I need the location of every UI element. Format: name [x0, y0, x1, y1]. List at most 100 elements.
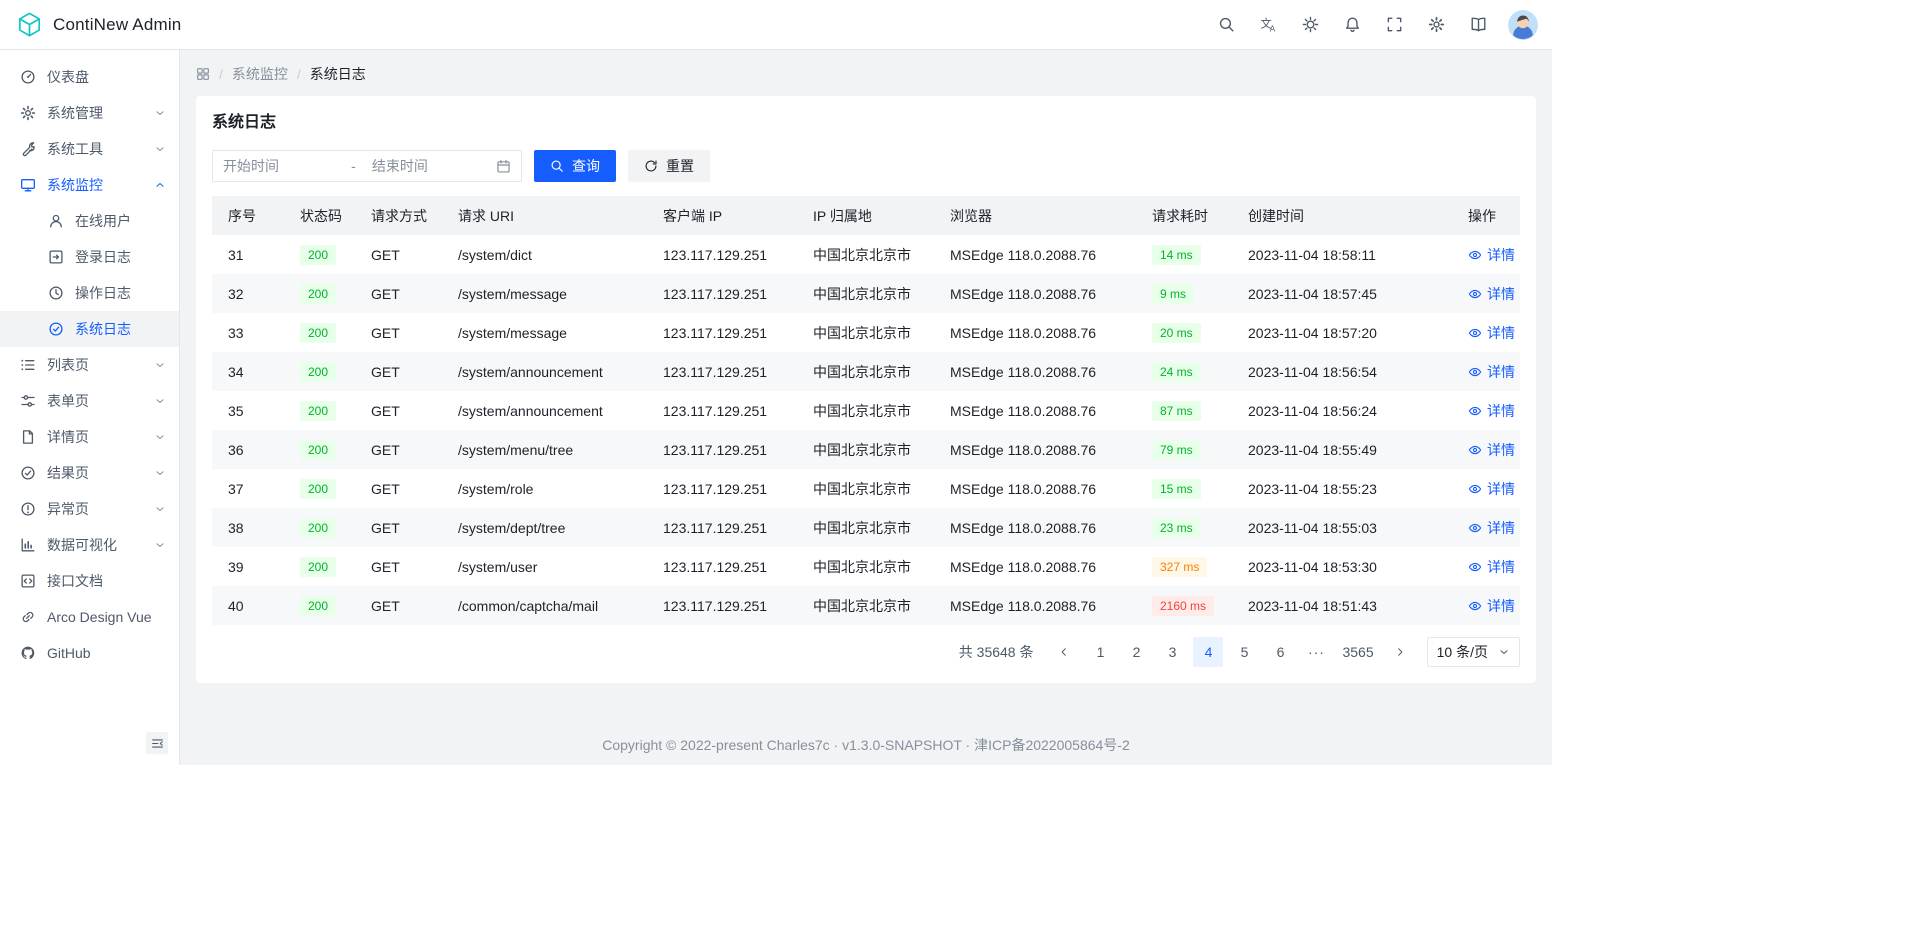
cell-ip-region: 中国北京北京市 [797, 352, 934, 391]
sidebar-item-clock[interactable]: 操作日志 [0, 275, 179, 311]
reset-button[interactable]: 重置 [628, 150, 710, 182]
sidebar-item-settings[interactable]: 系统管理 [0, 95, 179, 131]
cell-no: 40 [212, 586, 284, 625]
column-header: 请求耗时 [1136, 196, 1232, 235]
page-button-1[interactable]: 1 [1085, 637, 1115, 667]
page-button-4[interactable]: 4 [1193, 637, 1223, 667]
page-button-3565[interactable]: 3565 [1337, 637, 1378, 667]
detail-link[interactable]: 详情 [1468, 245, 1515, 265]
column-header: IP 归属地 [797, 196, 934, 235]
cell-created-at: 2023-11-04 18:56:54 [1232, 352, 1452, 391]
detail-link[interactable]: 详情 [1468, 401, 1515, 421]
cell-uri: /system/dict [442, 235, 647, 274]
sidebar-item-user[interactable]: 在线用户 [0, 203, 179, 239]
sidebar-item-file[interactable]: 详情页 [0, 419, 179, 455]
cell-status: 200 [284, 313, 355, 352]
page-button-6[interactable]: 6 [1265, 637, 1295, 667]
cell-status: 200 [284, 547, 355, 586]
fullscreen-button[interactable] [1378, 9, 1410, 41]
search-button[interactable]: 查询 [534, 150, 616, 182]
cell-no: 36 [212, 430, 284, 469]
system-log-icon-wrap [48, 321, 64, 337]
detail-link[interactable]: 详情 [1468, 596, 1515, 616]
sidebar-item-github[interactable]: GitHub [0, 635, 179, 671]
sidebar-item-form[interactable]: 表单页 [0, 383, 179, 419]
table-row: 38200GET/system/dept/tree123.117.129.251… [212, 508, 1520, 547]
elapsed-badge: 24 ms [1152, 362, 1201, 382]
cell-elapsed: 79 ms [1136, 430, 1232, 469]
status-badge: 200 [300, 557, 336, 577]
sidebar-item-label: 仪表盘 [47, 67, 166, 87]
pagination: 共 35648 条123456···356510 条/页 [212, 637, 1520, 667]
cell-method: GET [355, 430, 442, 469]
cell-uri: /system/dept/tree [442, 508, 647, 547]
screenshot-canvas: ContiNew Admin 文A 仪表盘系统管理系统工具系统监控在线用户登录日… [0, 0, 1920, 937]
sidebar-item-tools[interactable]: 系统工具 [0, 131, 179, 167]
cell-status: 200 [284, 469, 355, 508]
sidebar-item-list[interactable]: 列表页 [0, 347, 179, 383]
cell-action: 详情 [1452, 313, 1520, 352]
sidebar-item-chart[interactable]: 数据可视化 [0, 527, 179, 563]
cell-client-ip: 123.117.129.251 [647, 235, 797, 274]
detail-link[interactable]: 详情 [1468, 557, 1515, 577]
table-row: 36200GET/system/menu/tree123.117.129.251… [212, 430, 1520, 469]
eye-icon [1468, 287, 1482, 301]
sidebar-item-check-circle[interactable]: 结果页 [0, 455, 179, 491]
prev-page-button[interactable] [1049, 637, 1079, 667]
detail-link-label: 详情 [1487, 518, 1515, 538]
page-button-3[interactable]: 3 [1157, 637, 1187, 667]
sidebar-item-monitor[interactable]: 系统监控 [0, 167, 179, 203]
cell-client-ip: 123.117.129.251 [647, 508, 797, 547]
cell-method: GET [355, 274, 442, 313]
detail-link[interactable]: 详情 [1468, 479, 1515, 499]
detail-link[interactable]: 详情 [1468, 284, 1515, 304]
sidebar-item-api-doc[interactable]: 接口文档 [0, 563, 179, 599]
page-button-5[interactable]: 5 [1229, 637, 1259, 667]
next-page-button[interactable] [1385, 637, 1415, 667]
list-icon [20, 357, 36, 373]
table-row: 35200GET/system/announcement123.117.129.… [212, 391, 1520, 430]
apps-button[interactable] [196, 67, 210, 81]
sidebar-item-dashboard[interactable]: 仪表盘 [0, 59, 179, 95]
elapsed-badge: 327 ms [1152, 557, 1207, 577]
cell-status: 200 [284, 274, 355, 313]
sidebar-item-system-log[interactable]: 系统日志 [0, 311, 179, 347]
search-button[interactable] [1210, 9, 1242, 41]
cell-uri: /system/message [442, 274, 647, 313]
chevron-down-wrap [154, 467, 166, 479]
page-ellipsis[interactable]: ··· [1301, 637, 1331, 667]
cell-uri: /system/message [442, 313, 647, 352]
cell-no: 31 [212, 235, 284, 274]
user-avatar[interactable] [1508, 10, 1538, 40]
sidebar-item-login-log[interactable]: 登录日志 [0, 239, 179, 275]
sidebar-collapse-button[interactable] [146, 732, 168, 754]
cell-elapsed: 20 ms [1136, 313, 1232, 352]
detail-link[interactable]: 详情 [1468, 323, 1515, 343]
breadcrumb-item-0[interactable]: 系统监控 [232, 64, 288, 84]
translate-icon: 文A [1260, 16, 1277, 33]
search-button-icon-slot [550, 159, 564, 173]
detail-link[interactable]: 详情 [1468, 362, 1515, 382]
bell-button[interactable] [1336, 9, 1368, 41]
chevron-down-wrap [154, 539, 166, 551]
cell-elapsed: 24 ms [1136, 352, 1232, 391]
page-size-value: 10 条/页 [1437, 642, 1488, 662]
translate-button[interactable]: 文A [1252, 9, 1284, 41]
date-range-picker[interactable]: 开始时间 - 结束时间 [212, 150, 522, 182]
cell-elapsed: 9 ms [1136, 274, 1232, 313]
page-button-2[interactable]: 2 [1121, 637, 1151, 667]
detail-link[interactable]: 详情 [1468, 518, 1515, 538]
docs-button[interactable] [1462, 9, 1494, 41]
eye-icon [1468, 365, 1482, 379]
logo[interactable]: ContiNew Admin [16, 11, 181, 38]
settings-button[interactable] [1420, 9, 1452, 41]
svg-text:A: A [1269, 25, 1275, 33]
chevron-down-icon [154, 431, 166, 443]
sidebar-item-link[interactable]: Arco Design Vue [0, 599, 179, 635]
sidebar-item-info-circle[interactable]: 异常页 [0, 491, 179, 527]
page-size-select[interactable]: 10 条/页 [1427, 637, 1520, 667]
detail-link[interactable]: 详情 [1468, 440, 1515, 460]
column-header: 创建时间 [1232, 196, 1452, 235]
theme-button[interactable] [1294, 9, 1326, 41]
cell-created-at: 2023-11-04 18:58:11 [1232, 235, 1452, 274]
